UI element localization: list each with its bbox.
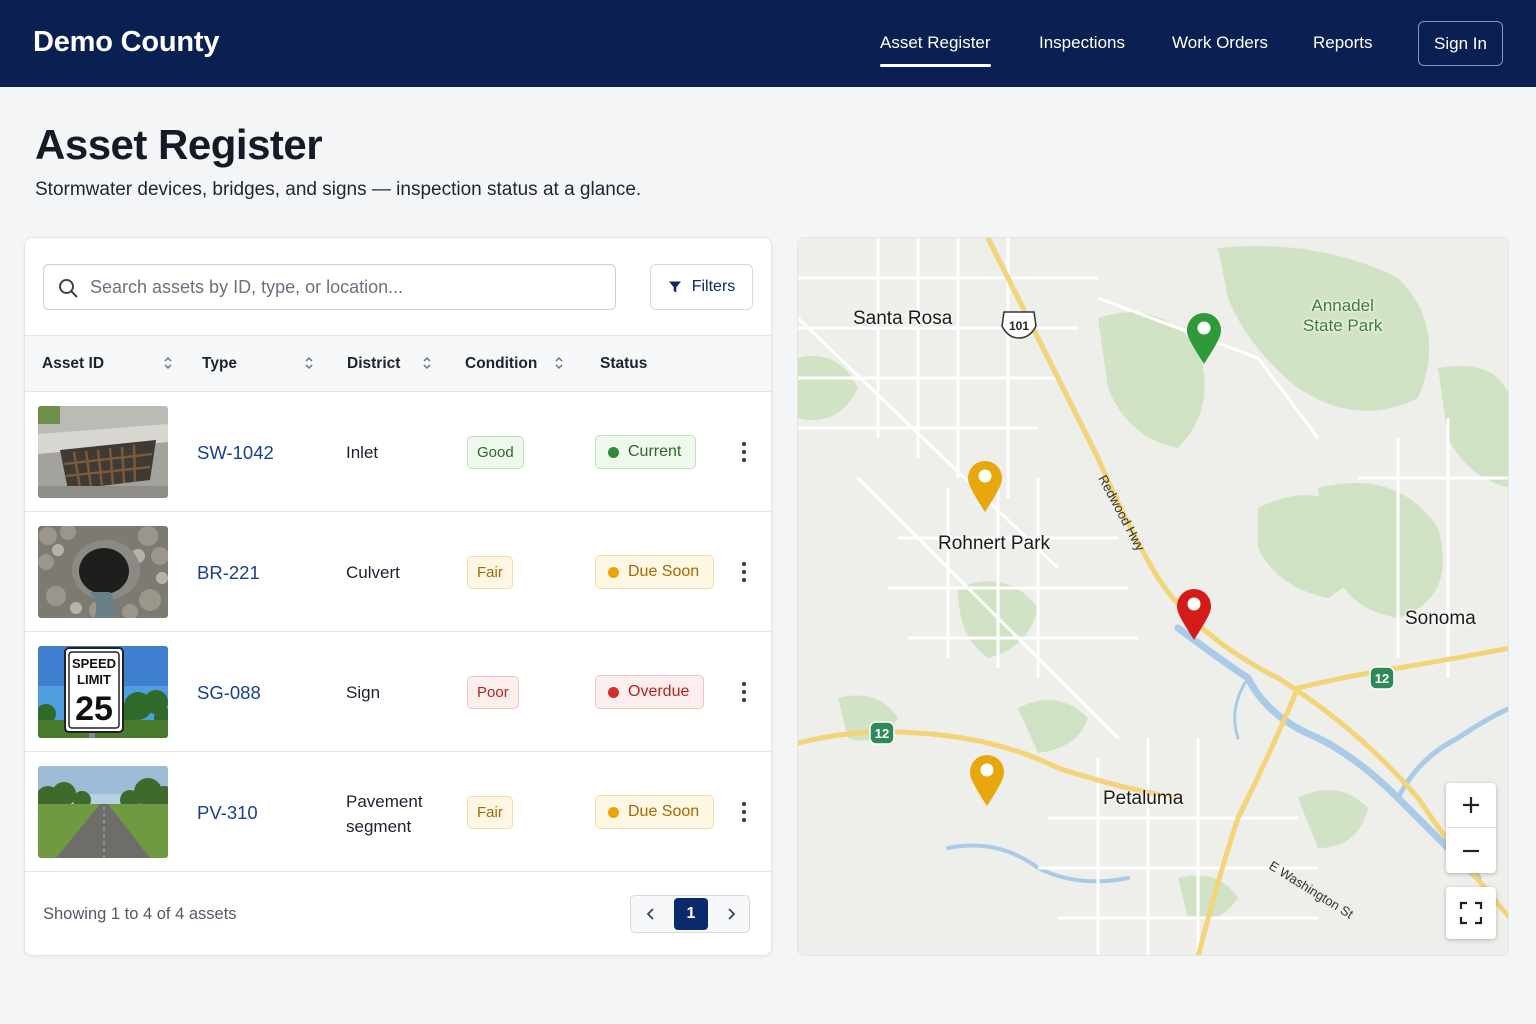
- column-type[interactable]: Type: [202, 355, 237, 373]
- shield-101-label: 101: [1009, 319, 1029, 333]
- map-canvas: 101 12 12 Redwood Hwy E Washington St: [798, 238, 1508, 955]
- table-row[interactable]: SPEED LIMIT 25 SG-088 Sign Poor Overdue: [25, 632, 771, 752]
- sign-text-limit: LIMIT: [77, 672, 111, 687]
- column-condition[interactable]: Condition: [465, 355, 537, 373]
- chevron-right-icon: [728, 908, 736, 920]
- more-options-icon[interactable]: [735, 440, 753, 464]
- sign-text-speed: SPEED: [72, 656, 116, 671]
- page-subtitle: Stormwater devices, bridges, and signs —…: [35, 179, 642, 200]
- map-label-santa-rosa: Santa Rosa: [853, 308, 953, 329]
- plus-icon: [1463, 797, 1479, 813]
- page-number-button[interactable]: 1: [674, 898, 708, 930]
- status-badge: Due Soon: [595, 795, 715, 829]
- filters-button[interactable]: Filters: [650, 264, 753, 310]
- status-label: Due Soon: [628, 803, 700, 820]
- storm-drain-inlet-thumbnail: [38, 406, 168, 498]
- culvert-pipe-thumbnail: [38, 526, 168, 618]
- asset-type: Pavement segment: [346, 789, 423, 839]
- condition-badge: Fair: [467, 796, 513, 829]
- sign-in-button[interactable]: Sign In: [1418, 21, 1503, 66]
- condition-badge: Poor: [467, 676, 519, 709]
- asset-id-link[interactable]: SG-088: [197, 682, 261, 704]
- brand-title[interactable]: Demo County: [33, 26, 220, 59]
- status-label: Current: [628, 443, 682, 460]
- status-label: Overdue: [628, 683, 690, 700]
- page-title: Asset Register: [35, 121, 323, 168]
- status-dot-icon: [608, 566, 619, 578]
- highway-101-shield: 101: [1001, 311, 1037, 339]
- park-label-line: State Park: [1303, 316, 1383, 335]
- asset-id-link[interactable]: BR-221: [197, 562, 260, 584]
- column-status[interactable]: Status: [600, 355, 647, 373]
- filters-label: Filters: [691, 278, 736, 295]
- asset-table-card: Filters Asset ID Type District Condition…: [24, 237, 772, 956]
- column-district[interactable]: District: [347, 355, 400, 373]
- next-page-button[interactable]: [711, 896, 751, 932]
- status-dot-icon: [608, 806, 619, 818]
- map-label-rohnert-park: Rohnert Park: [938, 533, 1050, 554]
- more-options-icon[interactable]: [735, 560, 753, 584]
- asset-type-line: segment: [346, 817, 412, 836]
- top-navbar: Demo County Asset Register Inspections W…: [0, 0, 1536, 87]
- nav-asset-register[interactable]: Asset Register: [880, 33, 991, 67]
- zoom-in-button[interactable]: [1446, 783, 1496, 828]
- asset-id-link[interactable]: PV-310: [197, 802, 258, 824]
- sort-icon[interactable]: [554, 355, 564, 371]
- nav-inspections[interactable]: Inspections: [1039, 33, 1125, 53]
- paved-road-thumbnail: [38, 766, 168, 858]
- zoom-out-button[interactable]: [1446, 828, 1496, 873]
- park-label-line: Annadel: [1311, 296, 1374, 315]
- zoom-controls: [1446, 783, 1496, 873]
- route-12-shield-east: 12: [1369, 666, 1395, 690]
- table-row[interactable]: PV-310 Pavement segment Fair Due Soon: [25, 752, 771, 872]
- prev-page-button[interactable]: [631, 896, 671, 932]
- map-label-sonoma: Sonoma: [1405, 608, 1476, 629]
- asset-type: Inlet: [346, 443, 379, 462]
- condition-badge: Good: [467, 436, 524, 469]
- pagination-summary: Showing 1 to 4 of 4 assets: [43, 905, 237, 923]
- speed-limit-sign-thumbnail: SPEED LIMIT 25: [38, 646, 168, 738]
- asset-map[interactable]: 101 12 12 Redwood Hwy E Washington St Sa…: [797, 237, 1509, 956]
- map-label-petaluma: Petaluma: [1103, 788, 1184, 809]
- chevron-left-icon: [646, 908, 654, 920]
- sort-icon[interactable]: [422, 355, 432, 371]
- route-12-shield-west: 12: [869, 721, 895, 745]
- status-badge: Current: [595, 435, 697, 469]
- shield-12-label: 12: [875, 726, 889, 741]
- pagination: 1: [630, 895, 750, 933]
- condition-badge: Fair: [467, 556, 513, 589]
- fullscreen-icon: [1459, 901, 1483, 925]
- status-dot-icon: [608, 686, 619, 698]
- sign-text-number: 25: [75, 690, 113, 728]
- asset-type-line: Pavement: [346, 792, 423, 811]
- filter-icon: [668, 281, 681, 293]
- asset-type: Sign: [346, 683, 381, 702]
- status-badge: Overdue: [595, 675, 705, 709]
- nav-work-orders[interactable]: Work Orders: [1172, 33, 1268, 53]
- more-options-icon[interactable]: [735, 680, 753, 704]
- status-label: Due Soon: [628, 563, 700, 580]
- asset-type: Culvert: [346, 563, 400, 582]
- sort-icon[interactable]: [304, 355, 314, 371]
- status-badge: Due Soon: [595, 555, 715, 589]
- search-icon: [59, 279, 78, 298]
- minus-icon: [1463, 849, 1479, 852]
- more-options-icon[interactable]: [735, 800, 753, 824]
- table-row[interactable]: BR-221 Culvert Fair Due Soon: [25, 512, 771, 632]
- asset-id-link[interactable]: SW-1042: [197, 442, 274, 464]
- nav-reports[interactable]: Reports: [1313, 33, 1373, 53]
- search-box[interactable]: [43, 264, 616, 310]
- fullscreen-button[interactable]: [1446, 887, 1496, 939]
- search-input[interactable]: [90, 266, 605, 308]
- table-row[interactable]: SW-1042 Inlet Good Current: [25, 392, 771, 512]
- shield-12-label: 12: [1375, 671, 1389, 686]
- table-header: Asset ID Type District Condition Status: [25, 335, 771, 392]
- status-dot-icon: [608, 446, 619, 458]
- sort-icon[interactable]: [163, 355, 173, 371]
- column-asset-id[interactable]: Asset ID: [42, 355, 104, 373]
- map-label-annadel-state-park: Annadel State Park: [1303, 296, 1382, 336]
